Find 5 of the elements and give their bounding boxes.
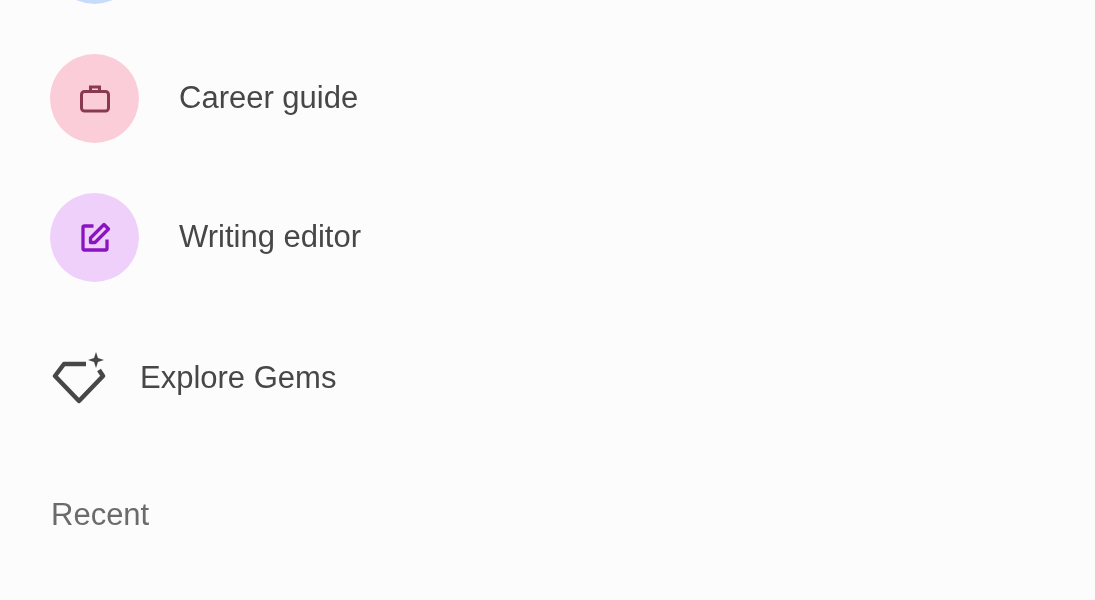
- gem-label[interactable]: Career guide: [179, 75, 359, 122]
- explore-gems-link[interactable]: Explore Gems: [140, 354, 337, 402]
- section-heading: Recent: [51, 496, 150, 534]
- gem-label[interactable]: Writing editor: [179, 214, 362, 261]
- diamond-sparkle-icon: [52, 352, 106, 404]
